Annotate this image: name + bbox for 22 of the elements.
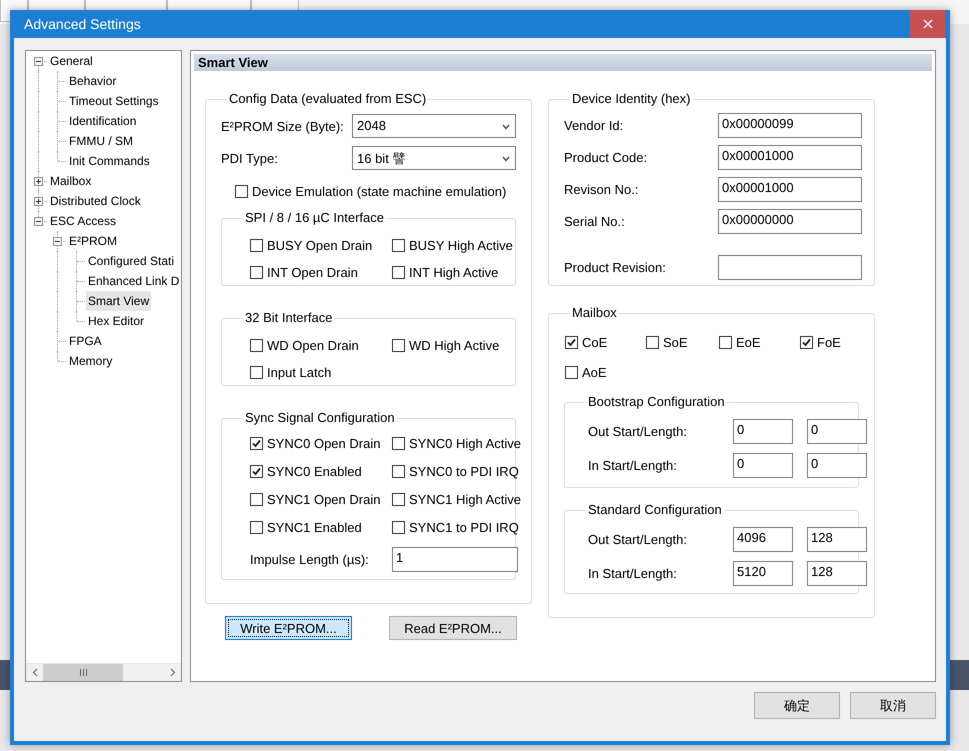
- group-title: Mailbox: [571, 305, 618, 321]
- group-title: Standard Configuration: [587, 502, 723, 518]
- field-label: PDI Type:: [221, 150, 279, 166]
- field-label: Serial No.:: [564, 214, 626, 229]
- field-label: In Start/Length:: [588, 566, 678, 581]
- window-title: Advanced Settings: [23, 16, 141, 32]
- group-title: Bootstrap Configuration: [587, 394, 726, 410]
- field-label: Out Start/Length:: [588, 532, 688, 547]
- field-label: E²PROM Size (Byte):: [221, 118, 345, 134]
- field-label: Revison No.:: [564, 182, 640, 197]
- field-label: Product Code:: [564, 150, 648, 165]
- field-label: Impulse Length (µs):: [250, 552, 370, 567]
- field-label: Out Start/Length:: [588, 424, 688, 439]
- group-title: 32 Bit Interface: [244, 310, 334, 326]
- field-label: Product Revision:: [564, 260, 667, 275]
- panel-title: Smart View: [194, 54, 932, 71]
- group-title: Device Identity (hex): [571, 91, 692, 107]
- field-label: In Start/Length:: [588, 458, 678, 473]
- group-title: Config Data (evaluated from ESC): [228, 91, 428, 107]
- group-title: Sync Signal Configuration: [244, 410, 396, 426]
- group-title: SPI / 8 / 16 µC Interface: [244, 210, 386, 226]
- field-label: Vendor Id:: [564, 118, 624, 133]
